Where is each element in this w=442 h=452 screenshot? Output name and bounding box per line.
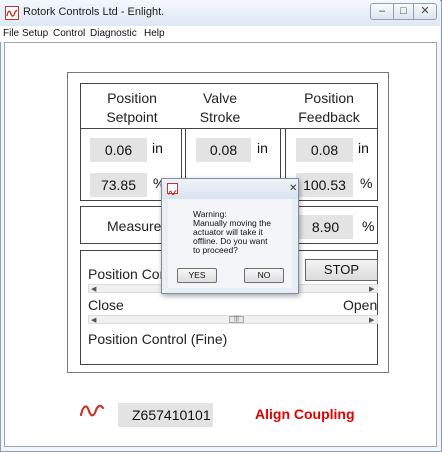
setpoint-in-unit: in: [152, 140, 163, 156]
feedback-in-value: 0.08: [296, 138, 353, 162]
close-label: Close: [88, 297, 124, 313]
dialog-close-icon[interactable]: ✕: [289, 183, 297, 194]
open-label: Open: [343, 297, 378, 313]
dialog-no-button[interactable]: NO: [244, 268, 284, 283]
measured-label: Measured: [107, 218, 170, 234]
serial-number: Z657410101: [118, 403, 213, 427]
status-message: Align Coupling: [255, 406, 355, 422]
menu-control[interactable]: Control: [53, 28, 85, 39]
dialog-yes-button[interactable]: YES: [177, 268, 217, 283]
measured-value: 8.90: [298, 215, 353, 239]
menu-setup[interactable]: Setup: [22, 28, 48, 39]
menu-diagnostic[interactable]: Diagnostic: [90, 28, 137, 39]
close-window-button[interactable]: ✕: [413, 3, 437, 20]
header-feedback: Position Feedback: [298, 90, 360, 125]
setpoint-pct-value: 73.85: [90, 173, 147, 197]
header-stroke: Valve Stroke: [199, 90, 241, 125]
fine-scroll-left-arrow-icon[interactable]: ◀: [91, 316, 96, 325]
maximize-button[interactable]: □: [393, 3, 414, 20]
setpoint-in-value: 0.06: [90, 138, 147, 162]
scroll-left-arrow-icon[interactable]: ◀: [91, 285, 96, 294]
fine-scroll-thumb[interactable]: |||: [229, 316, 244, 323]
fine-scroll-right-arrow-icon[interactable]: ▶: [369, 316, 374, 325]
feedback-pct-value: 100.53: [296, 173, 353, 197]
window-title: Rotork Controls Ltd - Enlight.: [23, 6, 165, 18]
dialog-line-5: to proceed?: [193, 245, 238, 255]
measured-unit: %: [362, 218, 375, 234]
menu-bar: File Setup Control Diagnostic Help: [0, 26, 440, 42]
fine-control-label: Position Control (Fine): [88, 331, 228, 347]
scroll-right-arrow-icon[interactable]: ▶: [369, 285, 374, 294]
menu-file[interactable]: File: [3, 28, 19, 39]
dialog-app-icon: [167, 183, 178, 196]
stroke-in-unit: in: [257, 140, 268, 156]
rotork-logo-icon: [79, 402, 105, 418]
header-setpoint: Position Setpoint: [106, 90, 158, 125]
menu-help[interactable]: Help: [144, 28, 165, 39]
dialog-title-bar[interactable]: [162, 179, 298, 199]
minimize-button[interactable]: –: [370, 3, 394, 20]
feedback-in-unit: in: [358, 140, 369, 156]
app-logo-icon: [5, 6, 19, 20]
stroke-in-value: 0.08: [196, 138, 251, 162]
stop-button[interactable]: STOP: [305, 259, 378, 281]
feedback-pct-unit: %: [360, 175, 373, 191]
position-control-label: Position Con: [88, 266, 168, 282]
